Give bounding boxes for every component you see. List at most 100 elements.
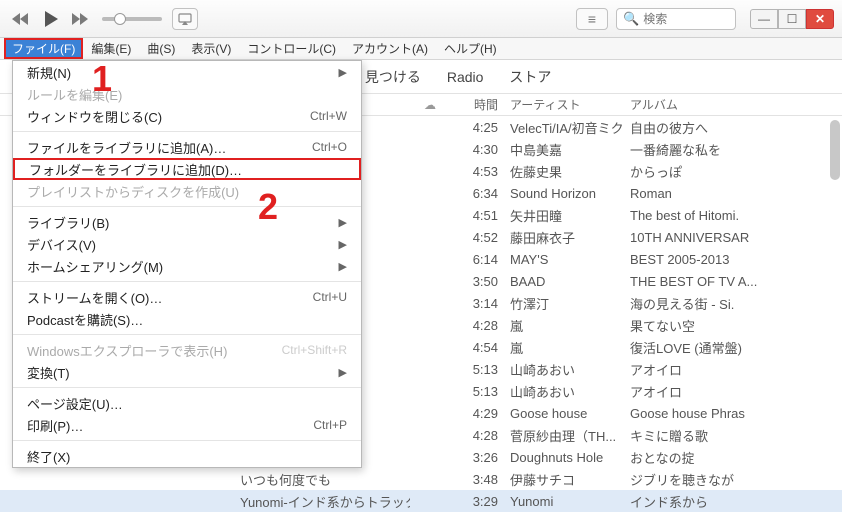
song-album: Roman	[626, 186, 842, 201]
volume-control[interactable]	[102, 17, 162, 21]
song-artist: 山崎あおい	[506, 360, 626, 379]
menu-item: プレイリストからディスクを作成(U)	[13, 180, 361, 202]
menu-item[interactable]: ストリームを開く(O)…Ctrl+U	[13, 286, 361, 308]
maximize-button[interactable]: ☐	[778, 9, 806, 29]
menu-item[interactable]: フォルダーをライブラリに追加(D)…	[13, 158, 361, 180]
submenu-arrow-icon: ▶	[339, 66, 347, 79]
close-button[interactable]: ✕	[806, 9, 834, 29]
menu-separator	[13, 206, 361, 207]
menu-edit[interactable]: 編集(E)	[83, 38, 139, 59]
tab-radio[interactable]: Radio	[447, 69, 484, 85]
menu-item-label: ライブラリ(B)	[27, 213, 109, 232]
song-album: キミに贈る歌	[626, 426, 842, 445]
song-time: 4:28	[450, 318, 506, 333]
song-time: 4:54	[450, 340, 506, 355]
menu-item: Windowsエクスプローラで表示(H)Ctrl+Shift+R	[13, 339, 361, 361]
col-album[interactable]: アルバム	[626, 96, 842, 113]
menu-item-label: プレイリストからディスクを作成(U)	[27, 182, 239, 201]
song-time: 6:14	[450, 252, 506, 267]
menu-view[interactable]: 表示(V)	[183, 38, 239, 59]
scrollbar-thumb[interactable]	[830, 120, 840, 180]
menu-control[interactable]: コントロール(C)	[239, 38, 344, 59]
col-time[interactable]: 時間	[450, 96, 506, 113]
menu-item-label: Windowsエクスプローラで表示(H)	[27, 341, 227, 360]
song-album: おとなの掟	[626, 448, 842, 467]
airplay-button[interactable]	[172, 8, 198, 30]
song-album: ジブリを聴きなが	[626, 470, 842, 489]
menu-item-label: フォルダーをライブラリに追加(D)…	[29, 160, 242, 179]
song-album: インド系から	[626, 492, 842, 511]
song-time: 3:14	[450, 296, 506, 311]
song-time: 4:51	[450, 208, 506, 223]
tab-browse[interactable]: 見つける	[365, 67, 421, 87]
song-time: 4:29	[450, 406, 506, 421]
song-artist: MAY'S	[506, 252, 626, 267]
menu-bar: ファイル(F) 編集(E) 曲(S) 表示(V) コントロール(C) アカウント…	[0, 38, 842, 60]
cloud-column-icon[interactable]: ☁	[410, 98, 450, 112]
search-input[interactable]	[643, 12, 723, 26]
menu-file[interactable]: ファイル(F)	[4, 38, 83, 59]
song-row[interactable]: いつも何度でも3:48伊藤サチコジブリを聴きなが	[0, 468, 842, 490]
song-album: THE BEST OF TV A...	[626, 274, 842, 289]
menu-item-label: ページ設定(U)…	[27, 394, 123, 413]
song-artist: Goose house	[506, 406, 626, 421]
submenu-arrow-icon: ▶	[339, 260, 347, 273]
song-artist: Yunomi	[506, 494, 626, 509]
menu-separator	[13, 281, 361, 282]
menu-item-label: 印刷(P)…	[27, 416, 83, 435]
menu-item[interactable]: 終了(X)	[13, 445, 361, 467]
menu-shortcut: Ctrl+W	[310, 109, 347, 123]
menu-item-label: ウィンドウを閉じる(C)	[27, 107, 162, 126]
song-time: 3:48	[450, 472, 506, 487]
menu-item[interactable]: ファイルをライブラリに追加(A)… Ctrl+O	[13, 136, 361, 158]
menu-account[interactable]: アカウント(A)	[344, 38, 436, 59]
song-album: アオイロ	[626, 382, 842, 401]
menu-item[interactable]: ライブラリ(B) ▶	[13, 211, 361, 233]
song-artist: 竹澤汀	[506, 294, 626, 313]
menu-item[interactable]: 印刷(P)…Ctrl+P	[13, 414, 361, 436]
volume-knob[interactable]	[114, 13, 126, 25]
minimize-button[interactable]: —	[750, 9, 778, 29]
song-album: Goose house Phras	[626, 406, 842, 421]
annotation-1: 1	[92, 58, 112, 100]
song-row[interactable]: Yunomi-インド系からトラックメイカ3:29Yunomiインド系から	[0, 490, 842, 512]
song-album: 海の見える街 - Si.	[626, 294, 842, 313]
window-controls: — ☐ ✕	[750, 9, 834, 29]
song-artist: Sound Horizon	[506, 186, 626, 201]
menu-item-label: ファイルをライブラリに追加(A)…	[27, 138, 226, 157]
menu-item[interactable]: ページ設定(U)…	[13, 392, 361, 414]
title-bar: ≡ 🔍 — ☐ ✕	[0, 0, 842, 38]
play-button[interactable]	[38, 6, 64, 32]
menu-item-label: ホームシェアリング(M)	[27, 257, 163, 276]
volume-slider[interactable]	[102, 17, 162, 21]
prev-button[interactable]	[8, 6, 34, 32]
song-time: 5:13	[450, 362, 506, 377]
menu-item[interactable]: ウィンドウを閉じる(C) Ctrl+W	[13, 105, 361, 127]
menu-item-label: 新規(N)	[27, 63, 71, 82]
menu-song[interactable]: 曲(S)	[139, 38, 183, 59]
menu-item[interactable]: 変換(T) ▶	[13, 361, 361, 383]
menu-item[interactable]: Podcastを購読(S)…	[13, 308, 361, 330]
song-name: いつも何度でも	[0, 470, 410, 489]
menu-item[interactable]: 新規(N) ▶	[13, 61, 361, 83]
song-album: 果てない空	[626, 316, 842, 335]
menu-item-label: 変換(T)	[27, 363, 70, 382]
menu-shortcut: Ctrl+O	[312, 140, 347, 154]
tab-store[interactable]: ストア	[509, 67, 551, 87]
search-box[interactable]: 🔍	[616, 8, 736, 30]
song-album: アオイロ	[626, 360, 842, 379]
submenu-arrow-icon: ▶	[339, 366, 347, 379]
song-time: 4:25	[450, 120, 506, 135]
song-time: 3:26	[450, 450, 506, 465]
col-artist[interactable]: アーティスト	[506, 96, 626, 113]
song-name: Yunomi-インド系からトラックメイカ	[0, 492, 410, 511]
menu-item[interactable]: デバイス(V)▶	[13, 233, 361, 255]
song-album: The best of Hitomi.	[626, 208, 842, 223]
menu-item[interactable]: ホームシェアリング(M) ▶	[13, 255, 361, 277]
menu-item-label: ストリームを開く(O)…	[27, 288, 162, 307]
submenu-arrow-icon: ▶	[339, 216, 347, 229]
menu-help[interactable]: ヘルプ(H)	[436, 38, 505, 59]
submenu-arrow-icon: ▶	[339, 238, 347, 251]
next-button[interactable]	[68, 6, 94, 32]
view-list-button[interactable]: ≡	[576, 8, 608, 30]
